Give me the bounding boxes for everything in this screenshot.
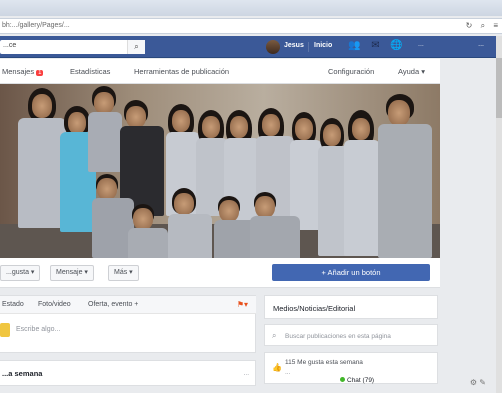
tab-messages[interactable]: Mensajes 1 [2, 67, 44, 76]
tab-help[interactable]: Ayuda ▾ [398, 67, 425, 76]
more-button[interactable]: Más ▾ [108, 265, 139, 281]
tab-settings[interactable]: Configuración [328, 67, 374, 76]
search-box[interactable]: ...ce ⌕ [0, 40, 145, 54]
tab-status[interactable]: Estado [2, 301, 24, 308]
reload-icon[interactable]: ↻ [466, 21, 473, 30]
post-composer: Estado Foto/video Oferta, evento + ⚑▾ Es… [0, 295, 256, 353]
add-button-cta[interactable]: + Añadir un botón [272, 264, 430, 281]
search-icon[interactable]: ⌕ [481, 21, 485, 30]
chat-button[interactable]: Chat (79) [340, 377, 374, 384]
week-card: ...a semana ... [0, 360, 256, 386]
scrollbar-thumb[interactable] [496, 58, 502, 118]
search-posts-input[interactable]: Buscar publicaciones en esta página [285, 333, 391, 340]
message-button[interactable]: Mensaje ▾ [50, 265, 94, 281]
page-category[interactable]: Medios/Noticias/Editorial [273, 304, 355, 313]
page-nav: Mensajes 1 Estadísticas Herramientas de p… [0, 59, 440, 84]
tab-photo-video[interactable]: Foto/video [38, 301, 71, 308]
page-thumbnail-icon [0, 323, 10, 337]
address-url[interactable]: bh:.../gallery/Pages/... [2, 22, 70, 29]
flag-icon[interactable]: ⚑▾ [237, 300, 248, 309]
page-actions: ...gusta ▾ Mensaje ▾ Más ▾ + Añadir un b… [0, 258, 440, 288]
tab-insights[interactable]: Estadísticas [70, 67, 110, 76]
notifications-icon[interactable]: 🌐 [390, 40, 402, 51]
about-card: Medios/Noticias/Editorial [264, 295, 438, 319]
messages-badge: 1 [36, 70, 44, 76]
browser-titlebar [0, 0, 502, 16]
search-posts-card: ⌕ Buscar publicaciones en esta página [264, 324, 438, 346]
menu-icon[interactable]: ≡ [493, 21, 498, 30]
search-input[interactable]: ...ce [3, 42, 16, 49]
likes-detail: ... [285, 369, 291, 376]
like-icon: 👍 [272, 363, 282, 372]
week-title: ...a semana [2, 369, 43, 378]
cover-photo[interactable] [0, 84, 440, 258]
profile-link[interactable]: Jesus [284, 42, 304, 49]
notification-icons: 👥 ✉ 🌐 [348, 40, 411, 51]
composer-tabs: Estado Foto/video Oferta, evento + ⚑▾ [0, 296, 256, 314]
week-range: ... [243, 370, 249, 377]
tab-publishing-tools[interactable]: Herramientas de publicación [134, 67, 229, 76]
facebook-top-bar: ...ce ⌕ Jesus Inicio 👥 ✉ 🌐 ... ... [0, 36, 502, 58]
home-link[interactable]: Inicio [314, 42, 332, 49]
messages-icon[interactable]: ✉ [371, 40, 379, 51]
liked-button[interactable]: ...gusta ▾ [0, 265, 41, 281]
search-icon[interactable]: ⌕ [127, 40, 145, 54]
account-menu[interactable]: ... [478, 41, 484, 48]
online-dot [340, 377, 345, 382]
chat-settings-icons[interactable]: ⚙ ✎ [470, 378, 486, 387]
likes-count: 115 Me gusta esta semana [285, 359, 363, 366]
composer-input[interactable]: Escribe algo... [16, 326, 60, 333]
avatar[interactable] [266, 40, 280, 54]
address-bar[interactable]: bh:.../gallery/Pages/... ↻ ⌕ ≡ [0, 18, 502, 34]
friend-requests-icon[interactable]: 👥 [348, 40, 360, 51]
search-icon: ⌕ [272, 331, 277, 340]
divider [308, 42, 309, 52]
help-link[interactable]: ... [418, 41, 424, 48]
browser-icons: ↻ ⌕ ≡ [460, 21, 498, 31]
tab-offer-event[interactable]: Oferta, evento + [88, 301, 138, 308]
